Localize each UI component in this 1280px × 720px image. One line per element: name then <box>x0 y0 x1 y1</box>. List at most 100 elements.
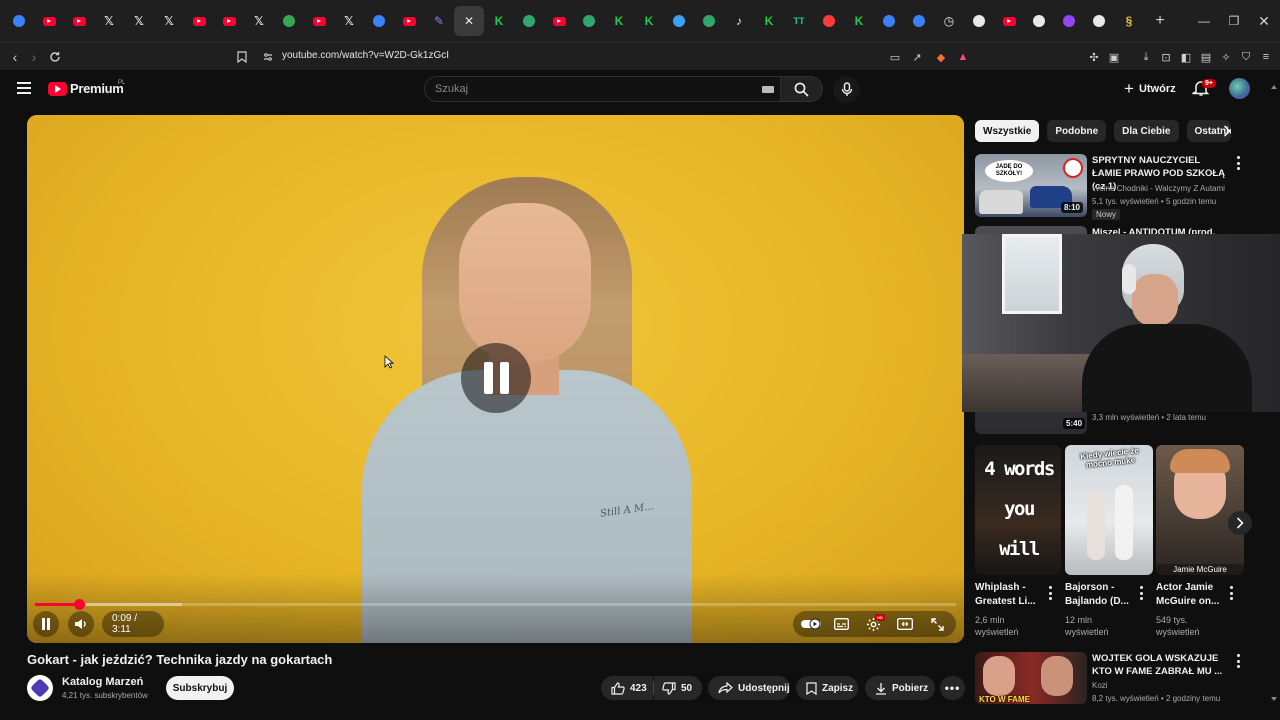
browser-tab[interactable]: K <box>634 6 664 36</box>
progress-bar[interactable] <box>35 599 956 610</box>
browser-tab[interactable] <box>664 6 694 36</box>
theater-mode-icon[interactable] <box>897 616 913 632</box>
browser-tab[interactable]: ✎ <box>424 6 454 36</box>
pause-button[interactable] <box>33 611 59 637</box>
browser-tab[interactable]: 𝕏 <box>124 6 154 36</box>
screenshot-icon[interactable]: ⊡ <box>1158 49 1174 65</box>
browser-tab[interactable]: ✕ <box>454 6 484 36</box>
browser-tab[interactable]: ♪ <box>724 6 754 36</box>
browser-tab[interactable]: 𝕏 <box>154 6 184 36</box>
autoplay-toggle[interactable] <box>801 616 823 632</box>
browser-tab[interactable] <box>214 6 244 36</box>
related-channel[interactable]: Kozi <box>1092 680 1108 692</box>
browser-tab[interactable]: K <box>604 6 634 36</box>
share-page-icon[interactable]: ↗ <box>909 49 925 65</box>
restore-icon[interactable]: ❐ <box>1218 0 1250 42</box>
browser-tab[interactable] <box>994 6 1024 36</box>
scroll-down-arrow[interactable] <box>1271 697 1277 701</box>
short-thumbnail[interactable]: Kiedy wiecie że mocno muke <box>1065 445 1153 575</box>
chips-next-arrow[interactable] <box>1218 122 1236 140</box>
browser-tab[interactable] <box>574 6 604 36</box>
guide-menu-icon[interactable] <box>17 82 31 94</box>
subtitles-icon[interactable] <box>833 616 849 632</box>
center-pause-button[interactable] <box>461 343 531 413</box>
browser-tab[interactable] <box>304 6 334 36</box>
account-avatar[interactable] <box>1229 78 1250 99</box>
leo-ai-icon[interactable]: ✧ <box>1218 49 1234 65</box>
share-button[interactable]: Udostępnij <box>708 676 790 700</box>
wallet-icon[interactable]: ▤ <box>1198 49 1214 65</box>
browser-tab[interactable]: K <box>754 6 784 36</box>
browser-tab[interactable]: K <box>484 6 514 36</box>
chip-for-you[interactable]: Dla Ciebie <box>1114 120 1179 142</box>
scroll-up-arrow[interactable] <box>1271 85 1277 89</box>
reader-icon[interactable]: ▣ <box>1106 49 1122 65</box>
bookmark-icon[interactable] <box>232 47 252 67</box>
brave-rewards-icon[interactable]: ▲ <box>955 49 971 65</box>
related-thumbnail[interactable]: KTO W FAME <box>975 652 1087 704</box>
browser-tab[interactable] <box>904 6 934 36</box>
youtube-logo[interactable]: Premium <box>48 81 124 96</box>
menu-icon[interactable]: ≡ <box>1258 49 1274 65</box>
browser-tab[interactable] <box>34 6 64 36</box>
reload-icon[interactable] <box>45 47 65 67</box>
related-title[interactable]: WOJTEK GOLA WSKAZUJE KTO W FAME ZABRAŁ M… <box>1092 652 1227 678</box>
cast-icon[interactable]: ▭ <box>887 49 903 65</box>
browser-tab[interactable] <box>874 6 904 36</box>
browser-tab[interactable] <box>4 6 34 36</box>
browser-tab[interactable] <box>814 6 844 36</box>
more-vertical-icon[interactable] <box>1139 586 1143 600</box>
browser-tab[interactable] <box>964 6 994 36</box>
browser-tab[interactable] <box>1024 6 1054 36</box>
short-thumbnail[interactable]: Jamie McGuire <box>1156 445 1244 575</box>
like-button[interactable]: 423 <box>601 676 653 700</box>
more-vertical-icon[interactable] <box>1236 654 1240 668</box>
browser-tab[interactable]: § <box>1114 6 1144 36</box>
minimize-icon[interactable]: — <box>1188 0 1220 42</box>
more-vertical-icon[interactable] <box>1048 586 1052 600</box>
vpn-icon[interactable]: ⛉ <box>1238 49 1254 65</box>
channel-avatar[interactable] <box>27 675 53 701</box>
short-title[interactable]: Bajorson - Bajlando (D... <box>1065 581 1145 609</box>
browser-tab[interactable] <box>1084 6 1114 36</box>
downloads-icon[interactable]: ⤓ <box>1138 49 1154 65</box>
browser-tab[interactable] <box>64 6 94 36</box>
sidebar-icon[interactable]: ◧ <box>1178 49 1194 65</box>
related-thumbnail[interactable]: JADĘ DO SZKOŁY! 8:10 <box>975 154 1087 217</box>
chip-all[interactable]: Wszystkie <box>975 120 1040 142</box>
extensions-icon[interactable]: ✣ <box>1086 49 1102 65</box>
new-tab-button[interactable]: + <box>1144 0 1176 42</box>
browser-tab[interactable] <box>544 6 574 36</box>
browser-tab[interactable] <box>184 6 214 36</box>
save-button[interactable]: Zapisz <box>796 676 858 700</box>
browser-tab[interactable]: ◷ <box>934 6 964 36</box>
browser-tab[interactable] <box>1054 6 1084 36</box>
browser-tab[interactable] <box>514 6 544 36</box>
more-vertical-icon[interactable] <box>1229 586 1233 600</box>
browser-tab[interactable]: TT <box>784 6 814 36</box>
dislike-button[interactable]: 50 <box>654 676 702 700</box>
forward-icon[interactable]: › <box>24 47 44 67</box>
more-actions-button[interactable]: ••• <box>940 676 965 700</box>
related-channel[interactable]: Wolne Chodniki - Walczymy Z Autami <box>1092 183 1232 195</box>
mute-button[interactable] <box>68 611 94 637</box>
chip-related[interactable]: Podobne <box>1047 120 1107 142</box>
browser-tab[interactable]: 𝕏 <box>334 6 364 36</box>
shorts-next-button[interactable] <box>1228 511 1252 535</box>
search-input[interactable] <box>435 83 735 95</box>
close-window-icon[interactable]: ✕ <box>1248 0 1280 42</box>
back-icon[interactable]: ‹ <box>5 47 25 67</box>
more-vertical-icon[interactable] <box>1236 156 1240 170</box>
channel-name[interactable]: Katalog Marzeń <box>62 676 143 688</box>
video-player[interactable]: Still A M... 0:09 / 3:11 HD <box>27 115 964 643</box>
site-info-icon[interactable] <box>258 47 278 67</box>
fullscreen-icon[interactable] <box>929 616 945 632</box>
browser-tab[interactable]: 𝕏 <box>94 6 124 36</box>
url-text[interactable]: youtube.com/watch?v=W2D-Gk1zGcI <box>282 50 449 61</box>
browser-tab[interactable]: 𝕏 <box>244 6 274 36</box>
short-title[interactable]: Actor Jamie McGuire on... <box>1156 581 1230 609</box>
search-button[interactable] <box>781 76 823 102</box>
brave-shield-icon[interactable]: ◆ <box>933 49 949 65</box>
browser-tab[interactable] <box>694 6 724 36</box>
browser-tab[interactable] <box>274 6 304 36</box>
